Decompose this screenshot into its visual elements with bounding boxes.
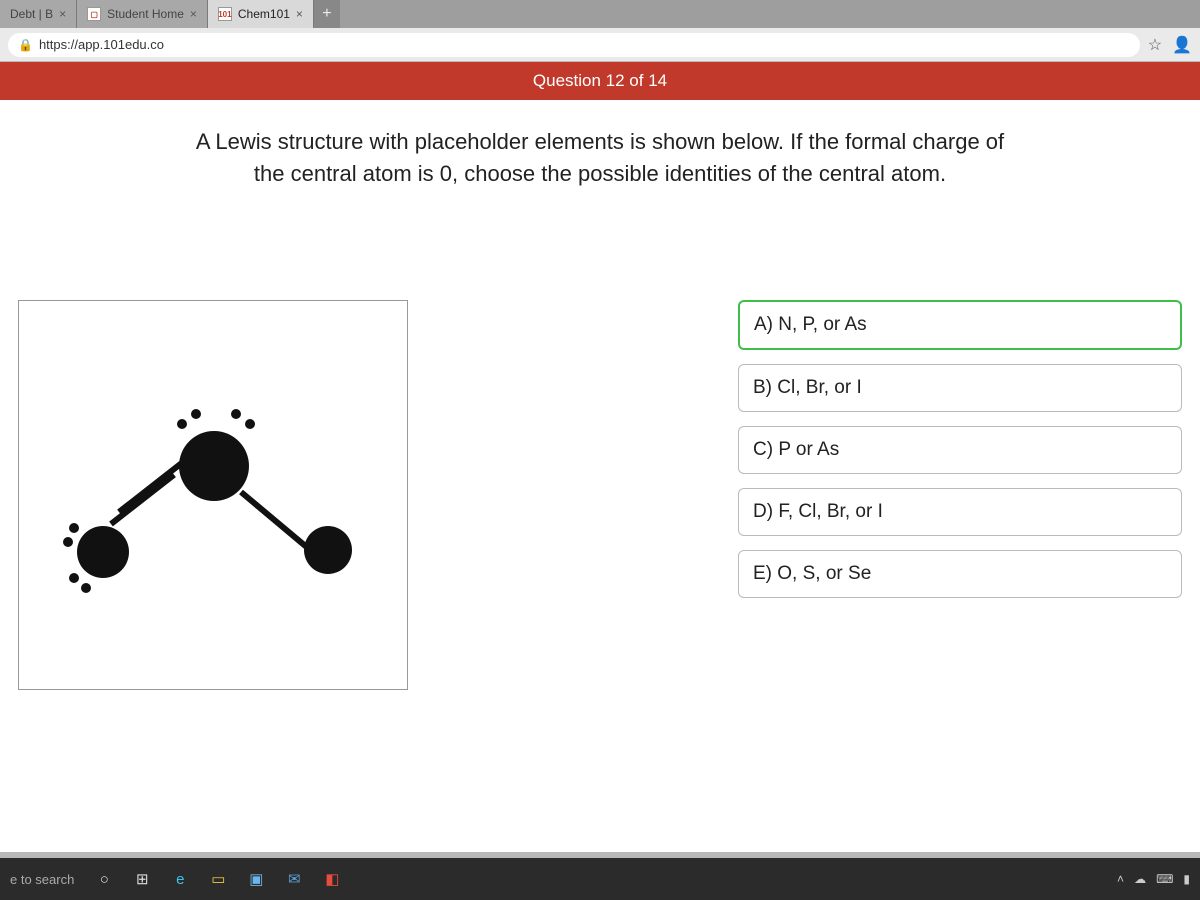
answer-option-e[interactable]: E) O, S, or Se xyxy=(738,550,1182,598)
answer-option-c[interactable]: C) P or As xyxy=(738,426,1182,474)
lone-pair-dot xyxy=(231,409,241,419)
new-tab-button[interactable]: + xyxy=(314,0,340,28)
cortana-icon[interactable]: ○ xyxy=(94,869,114,889)
tab-chem101[interactable]: 101 Chem101 × xyxy=(208,0,314,28)
edge-icon[interactable]: e xyxy=(170,869,190,889)
lone-pair-dot xyxy=(81,583,91,593)
url-text: https://app.101edu.co xyxy=(39,37,164,52)
chevron-up-icon[interactable]: ˄ xyxy=(1117,872,1124,886)
answer-list: A) N, P, or As B) Cl, Br, or I C) P or A… xyxy=(738,300,1182,690)
central-atom-icon xyxy=(179,431,249,501)
terminal-atom-icon xyxy=(304,526,352,574)
mail-icon[interactable]: ✉ xyxy=(284,869,304,889)
lone-pair-dot xyxy=(177,419,187,429)
onedrive-icon[interactable]: ☁ xyxy=(1134,872,1146,886)
answer-option-d[interactable]: D) F, Cl, Br, or I xyxy=(738,488,1182,536)
lone-pair-dot xyxy=(63,537,73,547)
file-explorer-icon[interactable]: ▭ xyxy=(208,869,228,889)
url-input[interactable]: 🔒 https://app.101edu.co xyxy=(8,33,1140,57)
answer-label: A) N, P, or As xyxy=(754,314,867,335)
favicon-icon: ▢ xyxy=(87,7,101,21)
lock-icon: 🔒 xyxy=(18,38,33,52)
tab-label: Debt | B xyxy=(10,7,53,21)
system-tray[interactable]: ˄ ☁ ⌨ ▮ xyxy=(1117,872,1190,886)
answer-label: E) O, S, or Se xyxy=(753,563,871,584)
page-content: Question 12 of 14 A Lewis structure with… xyxy=(0,62,1200,852)
answer-label: C) P or As xyxy=(753,439,839,460)
tab-label: Chem101 xyxy=(238,7,290,21)
bond-icon xyxy=(239,489,312,551)
lewis-structure-figure xyxy=(18,300,408,690)
close-icon[interactable]: × xyxy=(59,7,66,21)
close-icon[interactable]: × xyxy=(296,7,303,21)
address-bar: 🔒 https://app.101edu.co ☆ 👤 xyxy=(0,28,1200,62)
tab-label: Student Home xyxy=(107,7,184,21)
tab-student-home[interactable]: ▢ Student Home × xyxy=(77,0,208,28)
store-icon[interactable]: ▣ xyxy=(246,869,266,889)
bond-icon xyxy=(109,472,176,526)
terminal-atom-icon xyxy=(77,526,129,578)
tab-debt[interactable]: Debt | B × xyxy=(0,0,77,28)
profile-icon[interactable]: 👤 xyxy=(1172,35,1192,55)
question-prompt: A Lewis structure with placeholder eleme… xyxy=(180,126,1020,190)
lone-pair-dot xyxy=(69,573,79,583)
answer-label: B) Cl, Br, or I xyxy=(753,377,862,398)
favicon-icon: 101 xyxy=(218,7,232,21)
answer-option-a[interactable]: A) N, P, or As xyxy=(738,300,1182,350)
office-icon[interactable]: ◧ xyxy=(322,869,342,889)
taskbar-search-hint[interactable]: e to search xyxy=(10,872,74,887)
keyboard-icon[interactable]: ⌨ xyxy=(1156,872,1173,886)
answer-label: D) F, Cl, Br, or I xyxy=(753,501,883,522)
lone-pair-dot xyxy=(191,409,201,419)
battery-icon[interactable]: ▮ xyxy=(1183,872,1190,886)
lone-pair-dot xyxy=(245,419,255,429)
lone-pair-dot xyxy=(69,523,79,533)
tab-strip: Debt | B × ▢ Student Home × 101 Chem101 … xyxy=(0,0,1200,28)
answer-option-b[interactable]: B) Cl, Br, or I xyxy=(738,364,1182,412)
star-icon[interactable]: ☆ xyxy=(1148,35,1162,55)
windows-taskbar: e to search ○ ⊞ e ▭ ▣ ✉ ◧ ˄ ☁ ⌨ ▮ xyxy=(0,858,1200,900)
task-view-icon[interactable]: ⊞ xyxy=(132,869,152,889)
question-progress: Question 12 of 14 xyxy=(0,62,1200,100)
close-icon[interactable]: × xyxy=(190,7,197,21)
progress-label: Question 12 of 14 xyxy=(533,71,667,91)
